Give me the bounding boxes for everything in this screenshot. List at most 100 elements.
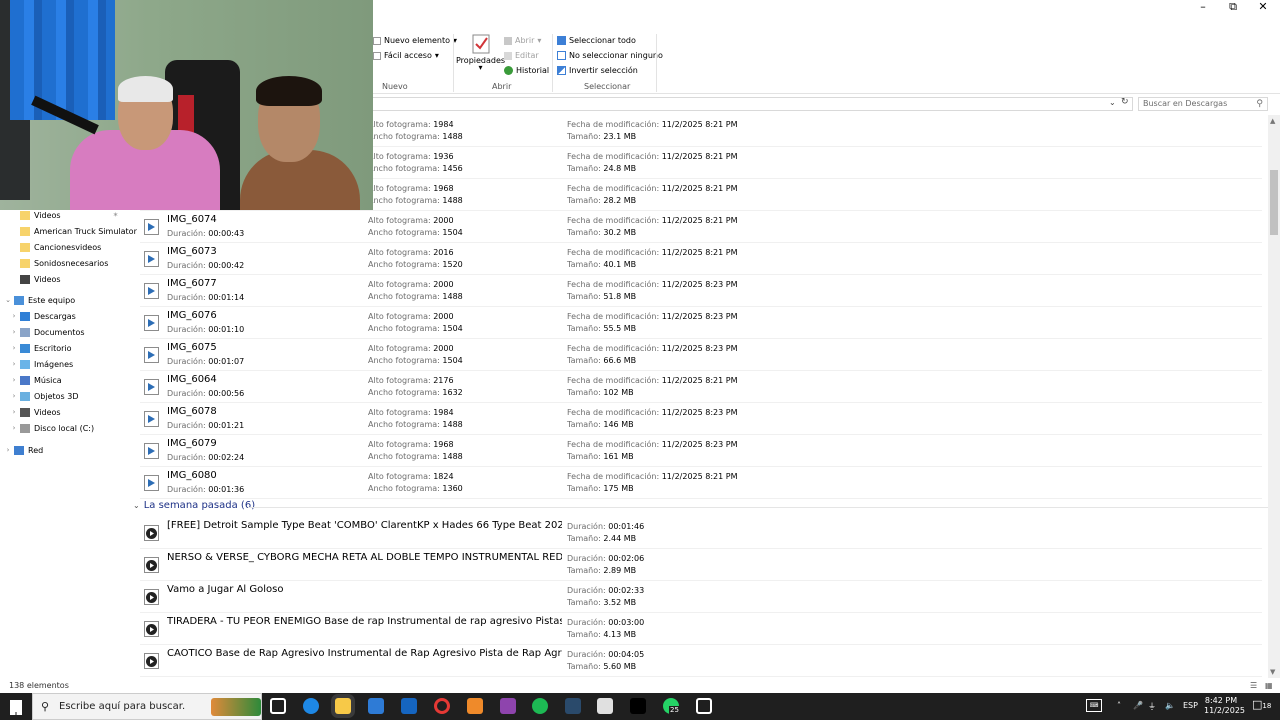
editar-button[interactable]: Editar: [504, 51, 539, 60]
refresh-icon[interactable]: ↻: [1121, 97, 1129, 107]
scroll-up-icon[interactable]: ▲: [1270, 117, 1275, 125]
file-row[interactable]: IMG_6075 Duración: 00:01:07 Alto fotograma…: [140, 339, 1262, 371]
invertir-seleccion-button[interactable]: Invertir selección: [557, 66, 638, 75]
seleccionar-group-label: Seleccionar: [584, 82, 631, 91]
nav-item-videos[interactable]: › Videos: [8, 405, 61, 419]
show-hidden-icons-icon[interactable]: ˄: [1117, 701, 1121, 710]
nav-item-disco-local-c[interactable]: › Disco local (C:): [8, 421, 94, 435]
nav-item-im-genes[interactable]: › Imágenes: [8, 357, 73, 371]
search-input[interactable]: Buscar en Descargas ⚲: [1138, 97, 1268, 111]
scrollbar-thumb[interactable]: [1270, 170, 1278, 235]
steam-icon[interactable]: [565, 698, 581, 714]
notifications-icon[interactable]: □18: [1252, 698, 1271, 711]
no-seleccionar-button[interactable]: No seleccionar ninguno: [557, 51, 663, 60]
chevron-right-icon[interactable]: ›: [8, 424, 20, 432]
scroll-down-icon[interactable]: ▼: [1270, 668, 1275, 676]
frame-height: Alto fotograma: 2016: [368, 248, 454, 257]
outlook-icon[interactable]: [401, 698, 417, 714]
file-name: IMG_6074: [167, 214, 217, 225]
spotify-icon[interactable]: [532, 698, 548, 714]
language-indicator[interactable]: ESP: [1183, 701, 1198, 710]
facil-acceso-button[interactable]: Fácil acceso ▾: [373, 51, 439, 60]
nav-item-cancionesvideos[interactable]: Cancionesvideos: [8, 240, 101, 254]
seleccionar-todo-button[interactable]: Seleccionar todo: [557, 36, 636, 45]
tiktok-icon[interactable]: [630, 698, 646, 714]
file-row[interactable]: IMG_6079 Duración: 00:02:24 Alto fotograma…: [140, 435, 1262, 467]
nav-item-documentos[interactable]: › Documentos: [8, 325, 85, 339]
chrome-icon[interactable]: [597, 698, 613, 714]
frame-width: Ancho fotograma: 1488: [368, 132, 463, 141]
file-row[interactable]: IMG_6074 Duración: 00:00:43 Alto fotograma…: [140, 211, 1262, 243]
video-file-icon: [144, 475, 159, 491]
file-row[interactable]: [FREE] Detroit Sample Type Beat 'COMBO' …: [140, 517, 1262, 549]
opera-icon[interactable]: [434, 698, 450, 714]
history-dropdown-icon[interactable]: ⌄: [1109, 98, 1116, 107]
file-row[interactable]: IMG_6064 Duración: 00:00:56 Alto fotograma…: [140, 371, 1262, 403]
file-row[interactable]: IMG_6078 Duración: 00:01:21 Alto fotograma…: [140, 403, 1262, 435]
keyboard-icon[interactable]: ⌨: [1086, 699, 1102, 712]
frame-width: Ancho fotograma: 1488: [368, 452, 463, 461]
app-purple-icon[interactable]: [500, 698, 516, 714]
chevron-right-icon[interactable]: ›: [2, 446, 14, 454]
task-view-icon[interactable]: [270, 698, 286, 714]
file-row[interactable]: IMG_6073 Duración: 00:00:42 Alto fotograma…: [140, 243, 1262, 275]
vertical-scrollbar[interactable]: ▲ ▼: [1268, 115, 1280, 678]
file-row[interactable]: IMG_6077 Duración: 00:01:14 Alto fotograma…: [140, 275, 1262, 307]
chevron-right-icon[interactable]: ›: [8, 408, 20, 416]
file-row[interactable]: NERSO & VERSE_ CYBORG MECHA RETA AL DOBL…: [140, 549, 1262, 581]
minimize-button[interactable]: –: [1188, 0, 1218, 14]
folder-icon: [20, 226, 30, 236]
history-icon: [504, 66, 513, 75]
capcut-icon[interactable]: [696, 698, 712, 714]
nav-item-videos[interactable]: Videos: [8, 272, 61, 286]
chevron-right-icon[interactable]: ›: [8, 312, 20, 320]
chevron-right-icon[interactable]: ›: [8, 376, 20, 384]
taskbar-search-input[interactable]: ⚲ Escribe aquí para buscar.: [32, 693, 262, 720]
microphone-icon[interactable]: 🎤: [1133, 701, 1143, 710]
nav-item-sonidosnecesarios[interactable]: Sonidosnecesarios: [8, 256, 108, 270]
nav-item-este-equipo[interactable]: ⌄ Este equipo: [2, 293, 75, 307]
search-icon: ⚲: [1256, 99, 1263, 109]
file-row[interactable]: TIRADERA - TU PEOR ENEMIGO Base de rap I…: [140, 613, 1262, 645]
details-view-icon[interactable]: ☰: [1250, 681, 1257, 690]
close-button[interactable]: ✕: [1248, 0, 1278, 14]
app-orange-icon[interactable]: [467, 698, 483, 714]
restore-button[interactable]: ⧉: [1218, 0, 1248, 14]
chevron-right-icon[interactable]: ›: [8, 360, 20, 368]
file-size: Tamaño: 24.8 MB: [567, 164, 637, 173]
chevron-down-icon[interactable]: ⌄: [2, 296, 14, 304]
chevron-right-icon[interactable]: ›: [8, 392, 20, 400]
volume-icon[interactable]: 🔈: [1165, 701, 1175, 710]
large-icons-view-icon[interactable]: ▦: [1265, 681, 1273, 690]
usb-icon[interactable]: ⏚: [1148, 701, 1156, 712]
whatsapp-icon[interactable]: 25: [663, 698, 680, 714]
duration: Duración: 00:00:56: [167, 389, 245, 398]
store-icon[interactable]: [368, 698, 384, 714]
nuevo-elemento-button[interactable]: Nuevo elemento ▾: [373, 36, 457, 45]
chevron-right-icon[interactable]: ›: [8, 328, 20, 336]
nav-item-videos[interactable]: Videos ✶: [8, 208, 118, 222]
file-size: Tamaño: 28.2 MB: [567, 196, 637, 205]
abrir-button[interactable]: Abrir ▾: [504, 36, 541, 45]
file-row[interactable]: CAOTICO Base de Rap Agresivo Instrumenta…: [140, 645, 1262, 677]
nav-item-red[interactable]: › Red: [2, 443, 43, 457]
propiedades-button[interactable]: Propiedades ▾: [456, 34, 505, 72]
file-row[interactable]: IMG_6076 Duración: 00:01:10 Alto fotograma…: [140, 307, 1262, 339]
file-row[interactable]: IMG_6080 Duración: 00:01:36 Alto fotograma…: [140, 467, 1262, 499]
nav-item-descargas[interactable]: › Descargas: [8, 309, 76, 323]
chevron-right-icon[interactable]: ›: [8, 344, 20, 352]
historial-button[interactable]: Historial: [504, 66, 549, 75]
edge-icon[interactable]: [303, 698, 319, 714]
address-bar[interactable]: [373, 97, 1133, 111]
nav-item-objetos-3d[interactable]: › Objetos 3D: [8, 389, 79, 403]
group-header-la-semana-pasada[interactable]: ⌄ La semana pasada (6): [133, 500, 1269, 511]
file-explorer-icon[interactable]: [335, 698, 351, 714]
duration: Duración: 00:01:46: [567, 522, 645, 531]
file-name: IMG_6077: [167, 278, 217, 289]
windows-start-icon[interactable]: [10, 700, 22, 715]
file-row[interactable]: Vamo a Jugar Al Goloso Duración: 00:02:33…: [140, 581, 1262, 613]
clock[interactable]: 8:42 PM 11/2/2025: [1204, 696, 1245, 716]
nav-item-escritorio[interactable]: › Escritorio: [8, 341, 72, 355]
nav-item-m-sica[interactable]: › Música: [8, 373, 62, 387]
nav-item-american-truck-simulator[interactable]: American Truck Simulator: [8, 224, 137, 238]
